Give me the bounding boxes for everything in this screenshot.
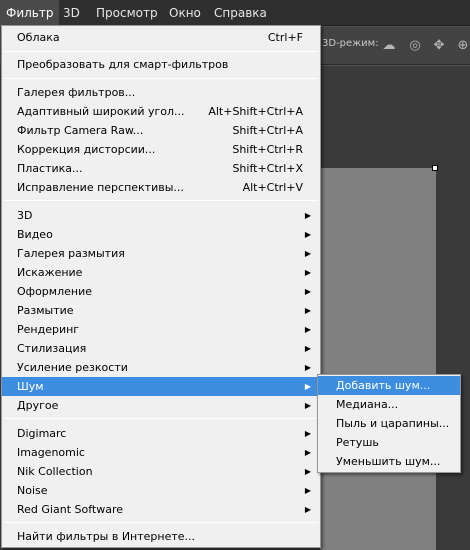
shortcut-text: Shift+Ctrl+R — [232, 143, 303, 156]
menu-item-red-giant[interactable]: Red Giant Software ▶ — [2, 500, 320, 519]
submenu-item-median[interactable]: Медиана... — [318, 395, 460, 414]
submenu-arrow-icon: ▶ — [304, 382, 311, 391]
menu-item-video[interactable]: Видео ▶ — [2, 225, 320, 244]
shortcut-text: Shift+Ctrl+X — [232, 162, 303, 175]
3d-orbit-icon[interactable]: ☁ — [380, 37, 398, 55]
menu-filter[interactable]: Фильтр — [0, 0, 60, 26]
menu-item-stylize[interactable]: Стилизация ▶ — [2, 339, 320, 358]
menu-item-label: Nik Collection — [17, 465, 93, 478]
menu-item-label: Digimarc — [17, 427, 67, 440]
menu-item-label: Адаптивный широкий угол... — [17, 105, 185, 118]
submenu-arrow-icon: ▶ — [304, 467, 311, 476]
menu-item-nik-collection[interactable]: Nik Collection ▶ — [2, 462, 320, 481]
submenu-arrow-icon: ▶ — [304, 363, 311, 372]
submenu-arrow-icon: ▶ — [304, 448, 311, 457]
menu-item-camera-raw[interactable]: Фильтр Camera Raw... Shift+Ctrl+A — [2, 121, 320, 140]
menu-item-label: Размытие — [17, 304, 74, 317]
3d-roll-icon[interactable]: ◎ — [406, 37, 424, 55]
menu-item-sharpen[interactable]: Усиление резкости ▶ — [2, 358, 320, 377]
3d-mode-label: 3D-режим: — [322, 38, 379, 49]
menu-divider — [4, 522, 318, 523]
menu-item-label: Пластика... — [17, 162, 83, 175]
menu-item-browse-filters[interactable]: Найти фильтры в Интернете... — [2, 527, 320, 546]
menu-divider — [4, 200, 318, 201]
submenu-arrow-icon: ▶ — [304, 230, 311, 239]
menu-item-label: Рендеринг — [17, 323, 80, 336]
document-canvas[interactable] — [320, 168, 436, 550]
menu-item-label: Галерея фильтров... — [17, 86, 136, 99]
menu-item-liquify[interactable]: Пластика... Shift+Ctrl+X — [2, 159, 320, 178]
submenu-arrow-icon: ▶ — [304, 249, 311, 258]
3d-slide-icon[interactable]: ⊕ — [454, 37, 470, 55]
menu-item-label: Noise — [17, 484, 48, 497]
submenu-arrow-icon: ▶ — [304, 287, 311, 296]
submenu-arrow-icon: ▶ — [304, 344, 311, 353]
menu-window[interactable]: Окно — [163, 0, 207, 26]
menu-item-pixelate[interactable]: Оформление ▶ — [2, 282, 320, 301]
menu-item-label: Оформление — [17, 285, 92, 298]
menu-item-lens-correction[interactable]: Коррекция дисторсии... Shift+Ctrl+R — [2, 140, 320, 159]
menu-item-label: Облака — [17, 31, 60, 44]
3d-pan-icon[interactable]: ✥ — [430, 37, 448, 55]
shortcut-text: Shift+Ctrl+A — [232, 124, 303, 137]
submenu-arrow-icon: ▶ — [304, 306, 311, 315]
shortcut-text: Alt+Ctrl+V — [242, 181, 303, 194]
menu-item-label: Преобразовать для смарт-фильтров — [17, 58, 229, 71]
shortcut-text: Alt+Shift+Ctrl+A — [208, 105, 303, 118]
submenu-arrow-icon: ▶ — [304, 486, 311, 495]
menu-item-noise-plugin[interactable]: Noise ▶ — [2, 481, 320, 500]
menu-divider — [4, 418, 318, 419]
transform-handle[interactable] — [432, 165, 438, 171]
noise-submenu: Добавить шум... Медиана... Пыль и царапи… — [317, 374, 461, 473]
menu-item-label: Коррекция дисторсии... — [17, 143, 156, 156]
menu-item-label: Найти фильтры в Интернете... — [17, 530, 196, 543]
menu-view[interactable]: Просмотр — [90, 0, 164, 26]
menu-item-label: Red Giant Software — [17, 503, 123, 516]
menu-item-label: Imagenomic — [17, 446, 85, 459]
menu-item-label: Другое — [17, 399, 59, 412]
submenu-item-despeckle[interactable]: Ретушь — [318, 433, 460, 452]
submenu-arrow-icon: ▶ — [304, 325, 311, 334]
menu-item-smart-filters[interactable]: Преобразовать для смарт-фильтров — [2, 55, 320, 74]
menu-3d[interactable]: 3D — [57, 0, 86, 26]
menu-help[interactable]: Справка — [208, 0, 273, 26]
submenu-arrow-icon: ▶ — [304, 268, 311, 277]
menu-item-label: Искажение — [17, 266, 83, 279]
menu-divider — [4, 51, 318, 52]
submenu-arrow-icon: ▶ — [304, 401, 311, 410]
menu-item-label: Исправление перспективы... — [17, 181, 184, 194]
menu-item-render[interactable]: Рендеринг ▶ — [2, 320, 320, 339]
submenu-item-dust-scratches[interactable]: Пыль и царапины... — [318, 414, 460, 433]
shortcut-text: Ctrl+F — [267, 31, 303, 44]
menu-item-label: 3D — [17, 209, 33, 222]
menu-item-filter-gallery[interactable]: Галерея фильтров... — [2, 83, 320, 102]
menu-bar: Фильтр 3D Просмотр Окно Справка — [0, 0, 470, 26]
menu-item-adaptive-wide-angle[interactable]: Адаптивный широкий угол... Alt+Shift+Ctr… — [2, 102, 320, 121]
menu-item-last-filter[interactable]: Облака Ctrl+F — [2, 28, 320, 47]
menu-divider — [4, 78, 318, 79]
menu-item-noise[interactable]: Шум ▶ — [2, 377, 320, 396]
menu-item-blur[interactable]: Размытие ▶ — [2, 301, 320, 320]
menu-item-digimarc[interactable]: Digimarc ▶ — [2, 424, 320, 443]
menu-item-label: Видео — [17, 228, 53, 241]
submenu-arrow-icon: ▶ — [304, 211, 311, 220]
menu-item-label: Усиление резкости — [17, 361, 128, 374]
menu-item-3d[interactable]: 3D ▶ — [2, 206, 320, 225]
menu-item-vanishing-point[interactable]: Исправление перспективы... Alt+Ctrl+V — [2, 178, 320, 197]
menu-item-distort[interactable]: Искажение ▶ — [2, 263, 320, 282]
submenu-item-add-noise[interactable]: Добавить шум... — [318, 376, 460, 395]
submenu-arrow-icon: ▶ — [304, 505, 311, 514]
menu-item-label: Фильтр Camera Raw... — [17, 124, 144, 137]
menu-item-label: Галерея размытия — [17, 247, 125, 260]
menu-item-blur-gallery[interactable]: Галерея размытия ▶ — [2, 244, 320, 263]
submenu-arrow-icon: ▶ — [304, 429, 311, 438]
submenu-item-reduce-noise[interactable]: Уменьшить шум... — [318, 452, 460, 471]
menu-item-label: Стилизация — [17, 342, 87, 355]
menu-item-other[interactable]: Другое ▶ — [2, 396, 320, 415]
filter-menu: Облака Ctrl+F Преобразовать для смарт-фи… — [1, 25, 321, 548]
menu-item-label: Шум — [17, 380, 44, 393]
menu-item-imagenomic[interactable]: Imagenomic ▶ — [2, 443, 320, 462]
